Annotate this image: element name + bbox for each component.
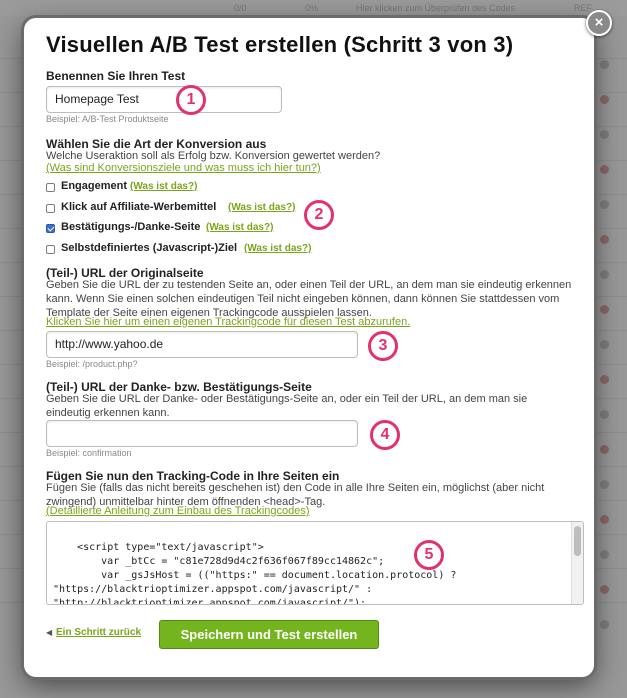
affiliate-info-link[interactable]: (Was ist das?) (228, 202, 295, 213)
thanks-url-description: Geben Sie die URL der Danke- oder Bestät… (46, 393, 528, 419)
original-url-description: Geben Sie die URL der zu testenden Seite… (46, 279, 572, 319)
annotation-marker-3: 3 (368, 331, 398, 361)
test-name-input[interactable]: Homepage Test (46, 86, 282, 113)
annotation-marker-1: 1 (176, 85, 206, 115)
conversion-question: Welche Useraktion soll als Erfolg bzw. K… (46, 150, 381, 162)
thanks-page-info-link[interactable]: (Was ist das?) (206, 222, 273, 233)
affiliate-label: Klick auf Affiliate-Werbemittel (61, 201, 217, 213)
engagement-info-link[interactable]: (Was ist das?) (130, 181, 197, 192)
annotation-marker-2: 2 (304, 200, 334, 230)
custom-js-label: Selbstdefiniertes (Javascript-)Ziel (61, 242, 238, 254)
test-name-hint: Beispiel: A/B-Test Produktseite (46, 114, 169, 124)
save-and-create-button[interactable]: Speichern und Test erstellen (159, 620, 379, 649)
annotation-marker-5: 5 (414, 540, 444, 570)
textarea-scrollbar[interactable] (571, 522, 583, 604)
close-icon[interactable]: × (586, 10, 612, 36)
custom-js-checkbox[interactable] (46, 245, 55, 254)
thanks-url-input[interactable] (46, 420, 358, 447)
back-arrow-icon: ◀ (46, 628, 53, 637)
thanks-url-hint: Beispiel: confirmation (46, 448, 132, 458)
tracking-code-text: <script type="text/javascript"> var _btC… (53, 542, 457, 605)
original-url-hint: Beispiel: /product.php? (46, 359, 138, 369)
affiliate-checkbox[interactable] (46, 204, 55, 213)
back-link-label: Ein Schritt zurück (56, 627, 142, 638)
original-url-input[interactable]: http://www.yahoo.de (46, 331, 358, 358)
tracking-code-guide-link[interactable]: (Detaillierte Anleitung zum Einbau des T… (46, 505, 310, 517)
ab-test-modal: Visuellen A/B Test erstellen (Schritt 3 … (24, 18, 594, 677)
custom-tracking-code-link[interactable]: Klicken Sie hier um einen eigenen Tracki… (46, 316, 410, 328)
thanks-page-checkbox[interactable] (46, 224, 55, 233)
tracking-code-textarea[interactable]: <script type="text/javascript"> var _btC… (46, 521, 584, 605)
custom-js-info-link[interactable]: (Was ist das?) (244, 243, 311, 254)
conversion-help-link[interactable]: (Was sind Konversionsziele und was muss … (46, 162, 321, 174)
page-title: Visuellen A/B Test erstellen (Schritt 3 … (46, 32, 514, 57)
thanks-page-label: Bestätigungs-/Danke-Seite (61, 221, 201, 233)
engagement-checkbox[interactable] (46, 183, 55, 192)
engagement-label: Engagement (61, 180, 128, 192)
scrollbar-thumb[interactable] (574, 526, 581, 556)
annotation-marker-4: 4 (370, 420, 400, 450)
test-name-label: Benennen Sie Ihren Test (46, 69, 186, 83)
